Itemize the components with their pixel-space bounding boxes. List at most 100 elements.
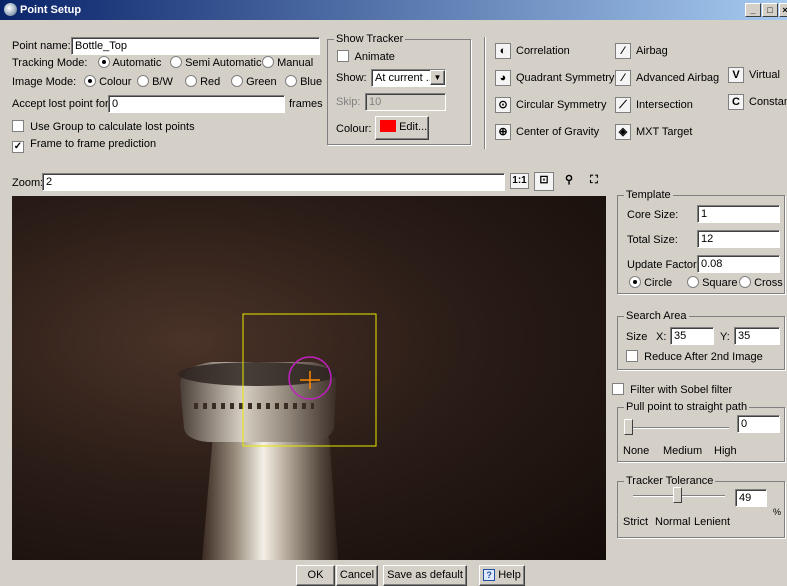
correlation-method[interactable]: ◐ Correlation (495, 42, 570, 62)
sobel-filter-option[interactable]: Filter with Sobel filter (612, 383, 732, 397)
constant-method[interactable]: C Constan (728, 93, 787, 113)
search-area-group-label: Search Area (624, 310, 689, 323)
shape-square-radio[interactable] (687, 276, 699, 288)
show-dropdown[interactable]: At current ... ▼ (371, 69, 446, 87)
reduce-after-option[interactable]: Reduce After 2nd Image (626, 350, 763, 364)
image-red-radio[interactable] (185, 75, 197, 87)
magnifier-icon[interactable]: ⚲ (560, 172, 578, 190)
image-bw-option[interactable]: B/W (137, 75, 173, 89)
show-dropdown-value: At current ... (375, 72, 435, 84)
point-name-input[interactable]: Bottle_Top (71, 37, 320, 55)
colour-swatch (380, 120, 396, 132)
zoom-1to1-button[interactable]: 1:1 (510, 173, 529, 189)
zoom-fit-icon[interactable]: ⊡ (534, 172, 554, 191)
tolerance-value-input[interactable]: 49 (735, 489, 767, 507)
dropdown-arrow-icon[interactable]: ▼ (430, 70, 445, 85)
circular-symmetry-method[interactable]: ⊙ Circular Symmetry (495, 96, 606, 116)
quadrant-symmetry-method[interactable]: ◕ Quadrant Symmetry (495, 69, 614, 89)
tolerance-slider-thumb[interactable] (673, 487, 683, 503)
use-group-option[interactable]: Use Group to calculate lost points (12, 120, 195, 134)
animate-option[interactable]: Animate (337, 50, 395, 64)
pull-point-group-label: Pull point to straight path (624, 401, 750, 414)
tracking-semi-radio[interactable] (170, 56, 182, 68)
tracking-manual-option[interactable]: Manual (262, 56, 313, 70)
mxt-target-method[interactable]: ◈ MXT Target (615, 123, 692, 143)
use-group-checkbox[interactable] (12, 120, 24, 132)
image-colour-radio[interactable] (84, 75, 96, 87)
reduce-after-checkbox[interactable] (626, 350, 638, 362)
tracking-automatic-option[interactable]: Automatic (98, 56, 161, 70)
image-viewer[interactable] (12, 196, 606, 560)
pull-tick-medium: Medium (663, 445, 703, 457)
title-bar[interactable]: Point Setup _ □ × (0, 0, 787, 20)
skip-input[interactable]: 10 (365, 93, 446, 111)
image-green-option[interactable]: Green (231, 75, 277, 89)
zoom-label: Zoom: (12, 177, 44, 189)
image-blue-option[interactable]: Blue (285, 75, 322, 89)
image-colour-option[interactable]: Colour (84, 75, 131, 89)
help-button[interactable]: ? Help (479, 565, 525, 586)
pull-slider-thumb[interactable] (624, 419, 633, 435)
tracking-manual-radio[interactable] (262, 56, 274, 68)
shape-cross-option[interactable]: Cross (739, 276, 783, 290)
close-button[interactable]: × (779, 3, 787, 17)
bottle-neck (202, 424, 338, 560)
virtual-method[interactable]: V Virtual (728, 66, 780, 86)
intersection-icon: ⟋ (615, 97, 631, 114)
help-icon: ? (483, 569, 496, 581)
correlation-icon: ◐ (495, 43, 511, 60)
constant-label: Constan (749, 96, 787, 109)
ok-button[interactable]: OK (296, 565, 335, 586)
circular-symmetry-label: Circular Symmetry (516, 99, 607, 112)
frame-prediction-option[interactable]: ✓ Frame to frame prediction (12, 137, 156, 153)
tolerance-tick-normal: Normal (655, 516, 691, 528)
pull-value-input[interactable]: 0 (737, 415, 780, 433)
shape-cross-radio[interactable] (739, 276, 751, 288)
image-green-radio[interactable] (231, 75, 243, 87)
image-bw-radio[interactable] (137, 75, 149, 87)
tracking-semi-automatic-option[interactable]: Semi Automatic (170, 56, 261, 70)
image-blue-radio[interactable] (285, 75, 297, 87)
pull-tick-none: None (623, 445, 650, 457)
save-default-button[interactable]: Save as default (383, 565, 467, 586)
colour-edit-button[interactable]: Edit... (375, 116, 429, 140)
correlation-label: Correlation (516, 45, 570, 58)
shape-circle-radio[interactable] (629, 276, 641, 288)
search-y-input[interactable]: 35 (734, 327, 780, 345)
minimize-button[interactable]: _ (745, 3, 761, 17)
search-x-input[interactable]: 35 (670, 327, 714, 345)
image-mode-label: Image Mode: (12, 76, 77, 88)
show-tracker-group-label: Show Tracker (334, 33, 406, 46)
animate-checkbox[interactable] (337, 50, 349, 62)
image-red-option[interactable]: Red (185, 75, 220, 89)
point-name-label: Point name: (12, 40, 71, 52)
show-label: Show: (336, 72, 367, 84)
update-factor-input[interactable]: 0.08 (697, 255, 780, 273)
accept-lost-input[interactable]: 0 (108, 95, 285, 113)
pull-slider-track[interactable] (627, 427, 729, 429)
intersection-method[interactable]: ⟋ Intersection (615, 96, 693, 116)
tracking-automatic-radio[interactable] (98, 56, 110, 68)
shape-square-option[interactable]: Square (687, 276, 738, 290)
core-size-input[interactable]: 1 (697, 205, 780, 223)
fit-window-icon[interactable]: ⛶ (584, 172, 604, 191)
cancel-button[interactable]: Cancel (336, 565, 378, 586)
zoom-input[interactable]: 2 (42, 173, 505, 191)
advanced-airbag-method[interactable]: ⁄ Advanced Airbag (615, 69, 719, 89)
maximize-button[interactable]: □ (762, 3, 778, 17)
quadrant-symmetry-label: Quadrant Symmetry (516, 72, 615, 85)
quadrant-symmetry-icon: ◕ (495, 70, 511, 87)
sobel-filter-checkbox[interactable] (612, 383, 624, 395)
center-of-gravity-method[interactable]: ⊕ Center of Gravity (495, 123, 599, 143)
frame-prediction-checkbox[interactable]: ✓ (12, 141, 24, 153)
accept-lost-label: Accept lost point for (12, 98, 109, 110)
percent-unit-label: % (773, 507, 782, 517)
intersection-label: Intersection (636, 99, 693, 112)
shape-circle-option[interactable]: Circle (629, 276, 672, 290)
window-title: Point Setup (20, 4, 82, 16)
airbag-method[interactable]: ⁄ Airbag (615, 42, 668, 62)
tracker-tolerance-group-label: Tracker Tolerance (624, 475, 716, 488)
total-size-input[interactable]: 12 (697, 230, 780, 248)
template-group-label: Template (624, 189, 673, 202)
cap-rim (178, 362, 338, 386)
